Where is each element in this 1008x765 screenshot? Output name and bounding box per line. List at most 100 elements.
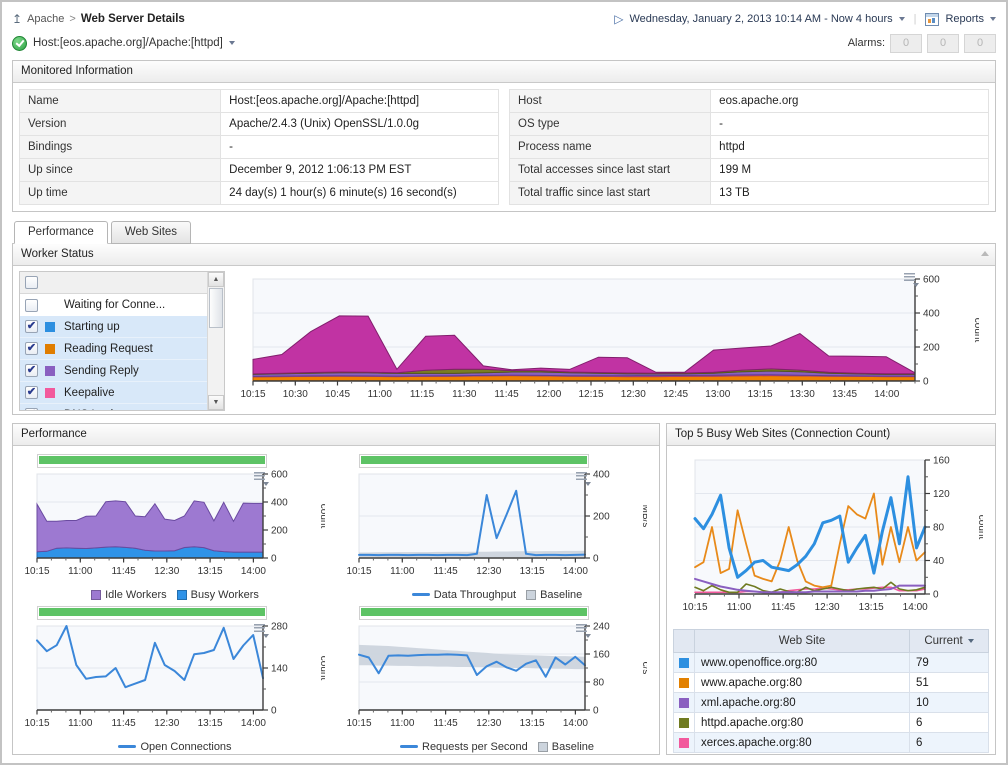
legend-item: Requests per Second	[400, 741, 528, 753]
current-column-header[interactable]: Current	[910, 630, 989, 653]
series-color-swatch	[679, 658, 689, 668]
chart-options-icon[interactable]	[904, 273, 917, 284]
svg-text:11:00: 11:00	[727, 602, 752, 613]
chart-svg-open-conn: 014028010:1511:0011:4512:3013:1514:00cou…	[21, 620, 325, 736]
svg-text:10:15: 10:15	[24, 718, 49, 729]
chart-options-icon[interactable]	[254, 624, 267, 635]
host-selector[interactable]: Host:[eos.apache.org]/Apache:[httpd]	[12, 36, 235, 51]
svg-text:count: count	[318, 504, 325, 529]
website-cell[interactable]: www.openoffice.org:80	[695, 653, 910, 673]
alarm-count-box: 0	[890, 34, 922, 53]
legend-header-row	[20, 272, 207, 294]
worker-status-title: Worker Status	[21, 248, 94, 260]
legend-checkbox[interactable]: ✔	[25, 320, 38, 333]
svg-text:12:30: 12:30	[621, 389, 646, 400]
svg-text:140: 140	[271, 664, 288, 675]
svg-text:240: 240	[593, 622, 610, 633]
chart-options-icon[interactable]	[576, 472, 589, 483]
legend-row[interactable]: Waiting for Conne...	[20, 294, 207, 316]
chart-svg-idle-busy: 020040060010:1511:0011:4512:3013:1514:00…	[21, 468, 325, 584]
series-color-cell	[674, 733, 695, 753]
info-row: Process namehttpd	[510, 136, 989, 159]
worker-series-legend: Waiting for Conne... ✔ Starting up ✔ Reading…	[19, 271, 225, 411]
chart-open-conn: 014028010:1511:0011:4512:3013:1514:00cou…	[21, 620, 329, 739]
svg-text:10:30: 10:30	[283, 389, 308, 400]
health-status-fill	[39, 608, 265, 616]
chevron-down-icon	[229, 41, 235, 45]
performance-panel: Performance 020040060010:1511:0011:4512:…	[12, 423, 660, 755]
scrollbar[interactable]: ▲ ▼	[207, 272, 224, 410]
chart-options-icon[interactable]	[576, 624, 589, 635]
svg-text:200: 200	[593, 512, 610, 523]
tab-performance[interactable]: Performance	[14, 221, 108, 244]
table-row[interactable]: httpd.apache.org:806	[674, 713, 989, 733]
select-all-checkbox[interactable]	[25, 276, 38, 289]
series-color-swatch	[45, 300, 55, 310]
svg-text:13:45: 13:45	[832, 389, 857, 400]
chart-options-icon[interactable]	[254, 472, 267, 483]
panel-title: Worker Status	[13, 244, 995, 266]
current-value-cell: 10	[910, 693, 989, 713]
legend-row[interactable]: ✔ Starting up	[20, 316, 207, 338]
monitored-information-body: NameHost:[eos.apache.org]/Apache:[httpd]…	[13, 83, 995, 211]
info-value: Host:[eos.apache.org]/Apache:[httpd]	[221, 90, 499, 113]
chart-req-per-sec: 08016024010:1511:0011:4512:3013:1514:00c…	[343, 620, 651, 739]
svg-text:14:00: 14:00	[241, 566, 266, 577]
time-range-selector[interactable]: Wednesday, January 2, 2013 10:14 AM - No…	[629, 13, 892, 25]
info-label: Name	[20, 90, 221, 113]
current-value-cell: 6	[910, 713, 989, 733]
tab-web-sites[interactable]: Web Sites	[111, 221, 191, 244]
svg-text:13:15: 13:15	[520, 718, 545, 729]
info-label: Bindings	[20, 136, 221, 159]
performance-chart-cell-req-per-sec: 08016024010:1511:0011:4512:3013:1514:00c…	[343, 606, 651, 750]
legend-row[interactable]: ✔Sending Reply	[20, 360, 207, 382]
page-title: Web Server Details	[81, 13, 185, 25]
breadcrumb-separator: >	[69, 13, 75, 25]
legend-row[interactable]: ✔DNS Lookup	[20, 404, 207, 410]
legend-checkbox[interactable]	[25, 299, 38, 312]
health-status-bar	[37, 606, 267, 620]
svg-text:80: 80	[593, 678, 605, 689]
svg-text:11:00: 11:00	[390, 566, 415, 577]
info-row: OS type-	[510, 113, 989, 136]
legend-checkbox[interactable]: ✔	[25, 342, 38, 355]
navigate-up-icon[interactable]: ↥	[12, 12, 22, 26]
topbar-right: ▷​ Wednesday, January 2, 2013 10:14 AM -…	[614, 13, 996, 26]
chart-throughput: 020040010:1511:0011:4512:3013:1514:00MB/…	[343, 468, 651, 587]
svg-text:200: 200	[271, 526, 288, 537]
website-cell[interactable]: httpd.apache.org:80	[695, 713, 910, 733]
legend-checkbox[interactable]: ✔	[25, 386, 38, 399]
info-value: -	[221, 136, 499, 159]
legend-item: Open Connections	[118, 741, 231, 753]
chart-svg-top5-sites: 0408012016010:1511:0011:4512:3013:1514:0…	[679, 452, 983, 620]
table-row[interactable]: www.apache.org:8051	[674, 673, 989, 693]
legend-row[interactable]: ✔ Reading Request	[20, 338, 207, 360]
legend-row[interactable]: ✔Keepalive	[20, 382, 207, 404]
legend-label: Starting up	[64, 321, 120, 333]
legend-label: Idle Workers	[105, 589, 167, 601]
website-cell[interactable]: xerces.apache.org:80	[695, 733, 910, 753]
scroll-down-icon[interactable]: ▼	[208, 395, 224, 410]
breadcrumb-root[interactable]: Apache	[27, 13, 64, 25]
performance-chart-cell-throughput: 020040010:1511:0011:4512:3013:1514:00MB/…	[343, 454, 651, 598]
table-row[interactable]: xerces.apache.org:806	[674, 733, 989, 753]
table-row[interactable]: www.openoffice.org:8079	[674, 653, 989, 673]
table-row[interactable]: xml.apache.org:8010	[674, 693, 989, 713]
info-row: NameHost:[eos.apache.org]/Apache:[httpd]	[20, 90, 499, 113]
reports-button[interactable]: Reports	[945, 13, 984, 25]
chart-req-per-sec-wrap: 08016024010:1511:0011:4512:3013:1514:00c…	[343, 620, 651, 739]
collapse-icon[interactable]	[981, 251, 989, 256]
svg-text:280: 280	[271, 622, 288, 633]
website-column-header[interactable]: Web Site	[695, 630, 910, 653]
legend-label: Baseline	[552, 741, 594, 753]
legend-checkbox[interactable]: ✔	[25, 364, 38, 377]
scrollbar-thumb[interactable]	[209, 288, 223, 328]
info-row: Bindings-	[20, 136, 499, 159]
svg-text:10:15: 10:15	[346, 566, 371, 577]
website-cell[interactable]: xml.apache.org:80	[695, 693, 910, 713]
legend-checkbox[interactable]: ✔	[25, 408, 38, 410]
series-color-swatch	[45, 410, 55, 411]
website-cell[interactable]: www.apache.org:80	[695, 673, 910, 693]
legend-label: Reading Request	[64, 343, 153, 355]
scroll-up-icon[interactable]: ▲	[208, 272, 224, 287]
